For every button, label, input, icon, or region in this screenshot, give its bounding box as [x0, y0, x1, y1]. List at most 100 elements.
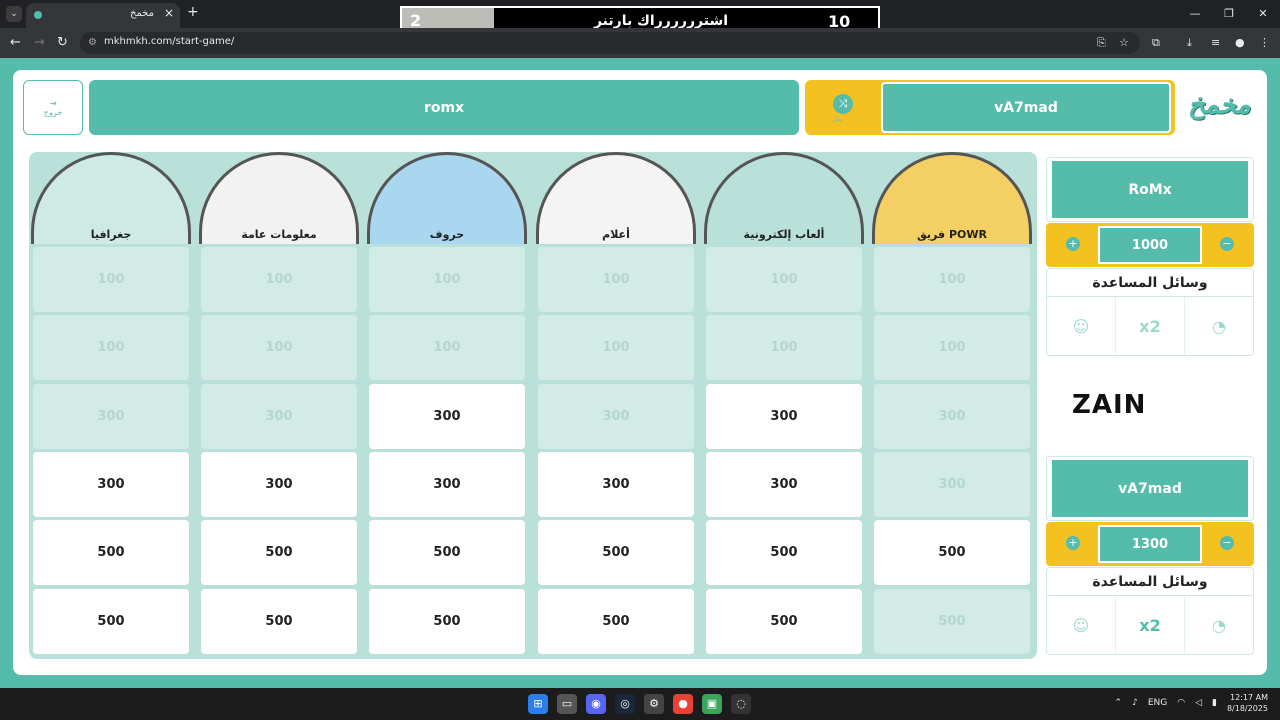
category-label: جغرافيا: [90, 228, 132, 241]
question-cell[interactable]: 500: [874, 520, 1030, 585]
url-field[interactable]: ⚙ mkhmkh.com/start-game/: [80, 32, 1140, 54]
site-logo[interactable]: مخمخ: [1188, 90, 1251, 120]
team-1-score: 1000: [1098, 226, 1202, 264]
exit-button[interactable]: ⇥ خروج: [23, 80, 83, 135]
question-cell: 500: [874, 589, 1030, 654]
team-2-timer-icon[interactable]: ◔: [1184, 596, 1253, 654]
question-cell[interactable]: 500: [33, 589, 189, 654]
media-icon[interactable]: ≡: [1211, 36, 1220, 49]
question-cell: 100: [706, 247, 862, 312]
team-2-score-row: + 1300 −: [1046, 522, 1254, 566]
category-label: أعلام: [602, 228, 630, 241]
tab-search-button[interactable]: ⌄: [6, 6, 22, 22]
extensions-icon[interactable]: ⧉: [1152, 36, 1160, 50]
team-1-name: RoMx: [1052, 161, 1248, 218]
language-indicator[interactable]: ENG: [1148, 698, 1167, 708]
question-cell[interactable]: 500: [201, 589, 357, 654]
window-close-icon[interactable]: ✕: [1246, 0, 1280, 28]
question-cell: 300: [33, 384, 189, 449]
exit-label: خروج: [43, 107, 63, 117]
app-icon[interactable]: ▣: [702, 694, 722, 714]
browser-tab[interactable]: مخمخ ×: [26, 3, 180, 28]
site-info-icon[interactable]: ⚙: [88, 37, 97, 48]
question-cell: 100: [874, 247, 1030, 312]
turn-indicator: ⤨ بدل vA7mad: [805, 80, 1175, 135]
mic-icon[interactable]: ♪: [1132, 698, 1138, 708]
question-cell[interactable]: 500: [33, 520, 189, 585]
battery-icon[interactable]: ▮: [1212, 698, 1217, 708]
question-cell: 100: [369, 315, 525, 380]
back-icon[interactable]: ←: [10, 35, 21, 50]
team-1-name-box: RoMx: [1046, 157, 1254, 222]
category-label: معلومات عامة: [241, 228, 317, 241]
install-icon[interactable]: ⎘: [1097, 36, 1106, 50]
volume-icon[interactable]: ◁: [1195, 698, 1202, 708]
download-icon[interactable]: ⤓: [1187, 36, 1192, 50]
question-cell[interactable]: 500: [538, 520, 694, 585]
maximize-icon[interactable]: ❐: [1212, 0, 1246, 28]
app-2-icon[interactable]: ◌: [731, 694, 751, 714]
discord-icon[interactable]: ◉: [586, 694, 606, 714]
reload-icon[interactable]: ↻: [57, 35, 68, 50]
question-cell: 100: [33, 247, 189, 312]
team-1-aids-title: وسائل المساعدة: [1047, 269, 1253, 297]
question-cell[interactable]: 300: [369, 384, 525, 449]
clock[interactable]: 12:17 AM 8/18/2025: [1227, 692, 1268, 714]
question-cell[interactable]: 300: [706, 384, 862, 449]
team-2-name-box: vA7mad: [1046, 456, 1254, 521]
question-cell[interactable]: 500: [369, 589, 525, 654]
switch-turn-label: بدل: [833, 116, 843, 123]
current-turn-team: vA7mad: [881, 82, 1171, 133]
start-icon[interactable]: ⊞: [528, 694, 548, 714]
team-2-call-friend-icon[interactable]: ☺: [1047, 596, 1115, 654]
steam-icon[interactable]: ◎: [615, 694, 635, 714]
question-cell: 100: [33, 315, 189, 380]
team-2-aids: وسائل المساعدة ☺ x2 ◔: [1046, 567, 1254, 655]
team-2-score: 1300: [1098, 525, 1202, 563]
team-header-left: romx: [89, 80, 799, 135]
question-cell: 300: [874, 452, 1030, 517]
question-cell: 100: [706, 315, 862, 380]
question-cell[interactable]: 300: [538, 452, 694, 517]
team-1-minus-button[interactable]: −: [1220, 237, 1234, 251]
team-1-timer-icon[interactable]: ◔: [1184, 297, 1253, 355]
question-cell[interactable]: 500: [201, 520, 357, 585]
question-cell[interactable]: 300: [369, 452, 525, 517]
category-3: أعلام: [536, 152, 696, 244]
task-view-icon[interactable]: ▭: [557, 694, 577, 714]
team-1-plus-button[interactable]: +: [1066, 237, 1080, 251]
team-2-double-icon[interactable]: x2: [1115, 596, 1184, 654]
team-2-plus-button[interactable]: +: [1066, 536, 1080, 550]
question-cell: 100: [874, 315, 1030, 380]
profile-icon[interactable]: ●: [1235, 36, 1245, 49]
question-cell: 100: [201, 315, 357, 380]
team-1-score-row: + 1000 −: [1046, 223, 1254, 267]
question-cell[interactable]: 300: [33, 452, 189, 517]
category-label: حروف: [429, 228, 465, 241]
minimize-icon[interactable]: —: [1178, 0, 1212, 28]
team-1-double-icon[interactable]: x2: [1115, 297, 1184, 355]
chrome-icon[interactable]: ●: [673, 694, 693, 714]
question-cell[interactable]: 300: [201, 452, 357, 517]
forward-icon[interactable]: →: [34, 35, 45, 50]
team-2-minus-button[interactable]: −: [1220, 536, 1234, 550]
banner-title: اشترررررراك بارتنر: [593, 13, 729, 29]
bookmark-icon[interactable]: ☆: [1119, 36, 1129, 49]
question-cell[interactable]: 500: [369, 520, 525, 585]
close-icon[interactable]: ×: [164, 6, 174, 20]
category-5: فريق POWR: [872, 152, 1032, 244]
team-1-call-friend-icon[interactable]: ☺: [1047, 297, 1115, 355]
question-cell[interactable]: 300: [706, 452, 862, 517]
team-1-aids: وسائل المساعدة ☺ x2 ◔: [1046, 268, 1254, 356]
new-tab-button[interactable]: +: [187, 4, 199, 20]
question-cell[interactable]: 500: [706, 589, 862, 654]
menu-icon[interactable]: ⋮: [1259, 36, 1270, 49]
question-cell[interactable]: 500: [538, 589, 694, 654]
settings-icon[interactable]: ⚙: [644, 694, 664, 714]
switch-turn-icon[interactable]: ⤨: [833, 94, 853, 114]
question-cell[interactable]: 500: [706, 520, 862, 585]
taskbar: ⊞ ▭ ◉ ◎ ⚙ ● ▣ ◌ ⌃ ♪ ENG ◠ ◁ ▮ 12:17 AM 8…: [0, 688, 1280, 720]
wifi-icon[interactable]: ◠: [1177, 698, 1185, 708]
tray-chevron-icon[interactable]: ⌃: [1115, 698, 1123, 708]
question-cell: 100: [201, 247, 357, 312]
